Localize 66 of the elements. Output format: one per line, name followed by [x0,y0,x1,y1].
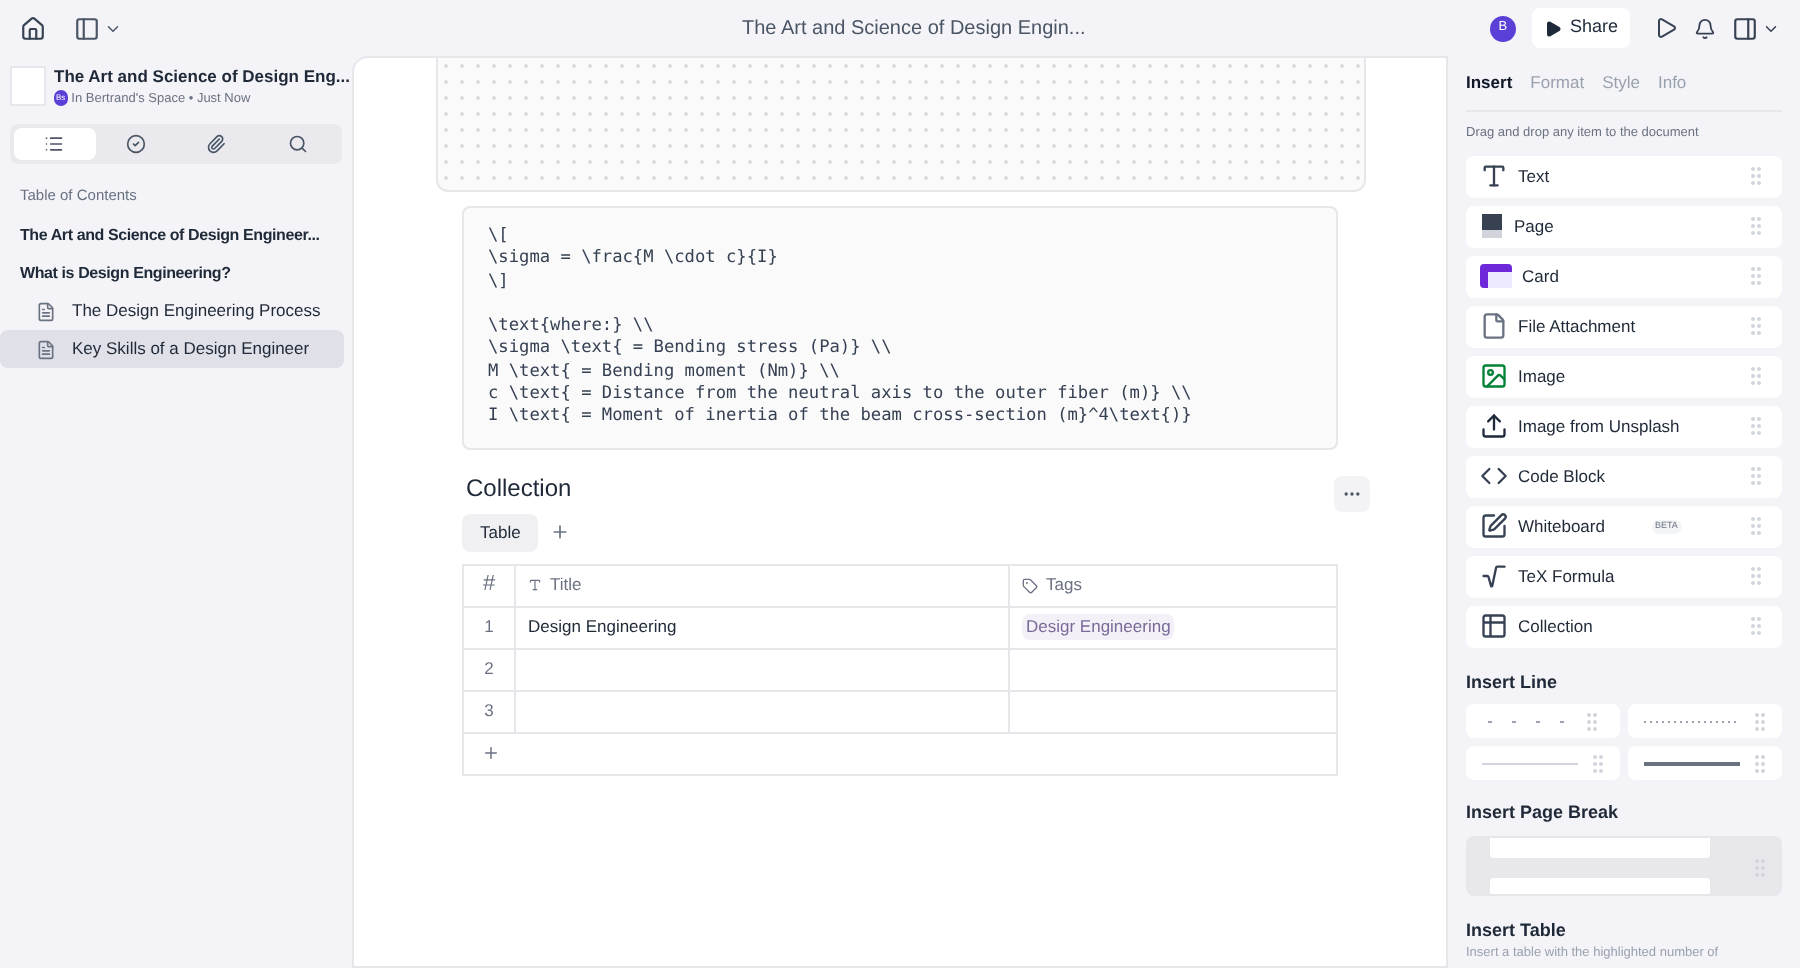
insert-item[interactable]: File Attachment [1466,305,1782,348]
square-root-icon [1480,562,1508,591]
section-heading: Insert Table [1466,917,1568,944]
view-tab[interactable]: Table [462,513,539,552]
card-icon [1480,264,1512,289]
toc-item[interactable]: Key Skills of a Design Engineer [0,330,344,369]
sidebar-toggle-icon[interactable] [74,15,100,41]
home-icon[interactable] [20,15,46,41]
search-icon [287,134,308,154]
column-header: # [464,565,516,606]
panel-toggle-icon[interactable] [1732,15,1758,41]
thick-line-icon [1644,759,1740,768]
share-button[interactable]: Share [1531,8,1630,48]
table-cell: Design Engineering [528,614,677,641]
paperclip-icon [206,134,227,154]
table-icon [1480,612,1508,641]
panel-tab[interactable]: Insert [1466,70,1513,96]
row-number: 1 [464,607,516,648]
dotted-line-icon [1644,717,1740,726]
column-header[interactable]: Tags [1010,565,1336,606]
document-title: The Art and Science of Design Engin... [742,15,1088,43]
text-icon [1480,162,1508,191]
file-icon [1480,312,1508,341]
insert-item[interactable]: Collection [1466,605,1782,648]
thin-line-icon [1482,759,1578,768]
toc-item[interactable]: What is Design Engineering? [0,254,344,293]
insert-item[interactable]: Text [1466,155,1782,198]
toc-item[interactable]: The Art and Science of Design Engineer... [0,216,344,255]
insert-item[interactable]: Image from Unsplash [1466,405,1782,448]
section-heading: Insert Line [1466,669,1560,696]
present-icon[interactable] [1654,16,1678,40]
spaced-line-icon [1487,717,1567,726]
image-icon [1480,362,1508,391]
row-number: 2 [464,649,516,690]
toc-item[interactable]: The Design Engineering Process [0,292,344,331]
page-icon [1480,212,1504,241]
upload-icon [1480,412,1508,441]
document-thumbnail [10,66,46,106]
insert-item[interactable]: Code Block [1466,455,1782,498]
row-number: 3 [464,691,516,732]
whiteboard-canvas[interactable] [436,56,1366,192]
play-icon [1543,19,1562,37]
sidebar-tab[interactable] [14,128,95,160]
tag-icon [1022,577,1038,594]
insert-item[interactable]: Card [1466,255,1782,298]
document-icon [36,339,56,360]
insert-item[interactable]: Image [1466,355,1782,398]
line-option[interactable] [1628,746,1782,781]
column-header[interactable]: Title [516,565,1010,606]
more-button[interactable] [1334,475,1370,512]
column-title: Tags [1046,572,1082,599]
section-heading: Insert Page Break [1466,800,1621,827]
document-icon [36,301,56,322]
check-circle-icon [125,134,146,154]
collection-title: Collection [466,471,572,506]
column-title: Title [550,572,582,599]
edit-icon [1480,512,1508,541]
add-view-icon[interactable] [550,522,571,543]
list-icon [44,134,65,154]
tag-chip: Desigr Engineering [1022,614,1175,641]
text-type-icon [528,578,542,593]
insert-item[interactable]: TeX Formula [1466,555,1782,598]
insert-item[interactable]: Page [1466,205,1782,248]
add-row-icon[interactable] [482,744,500,763]
page-break-option[interactable] [1466,835,1782,896]
notifications-icon[interactable] [1694,17,1716,39]
